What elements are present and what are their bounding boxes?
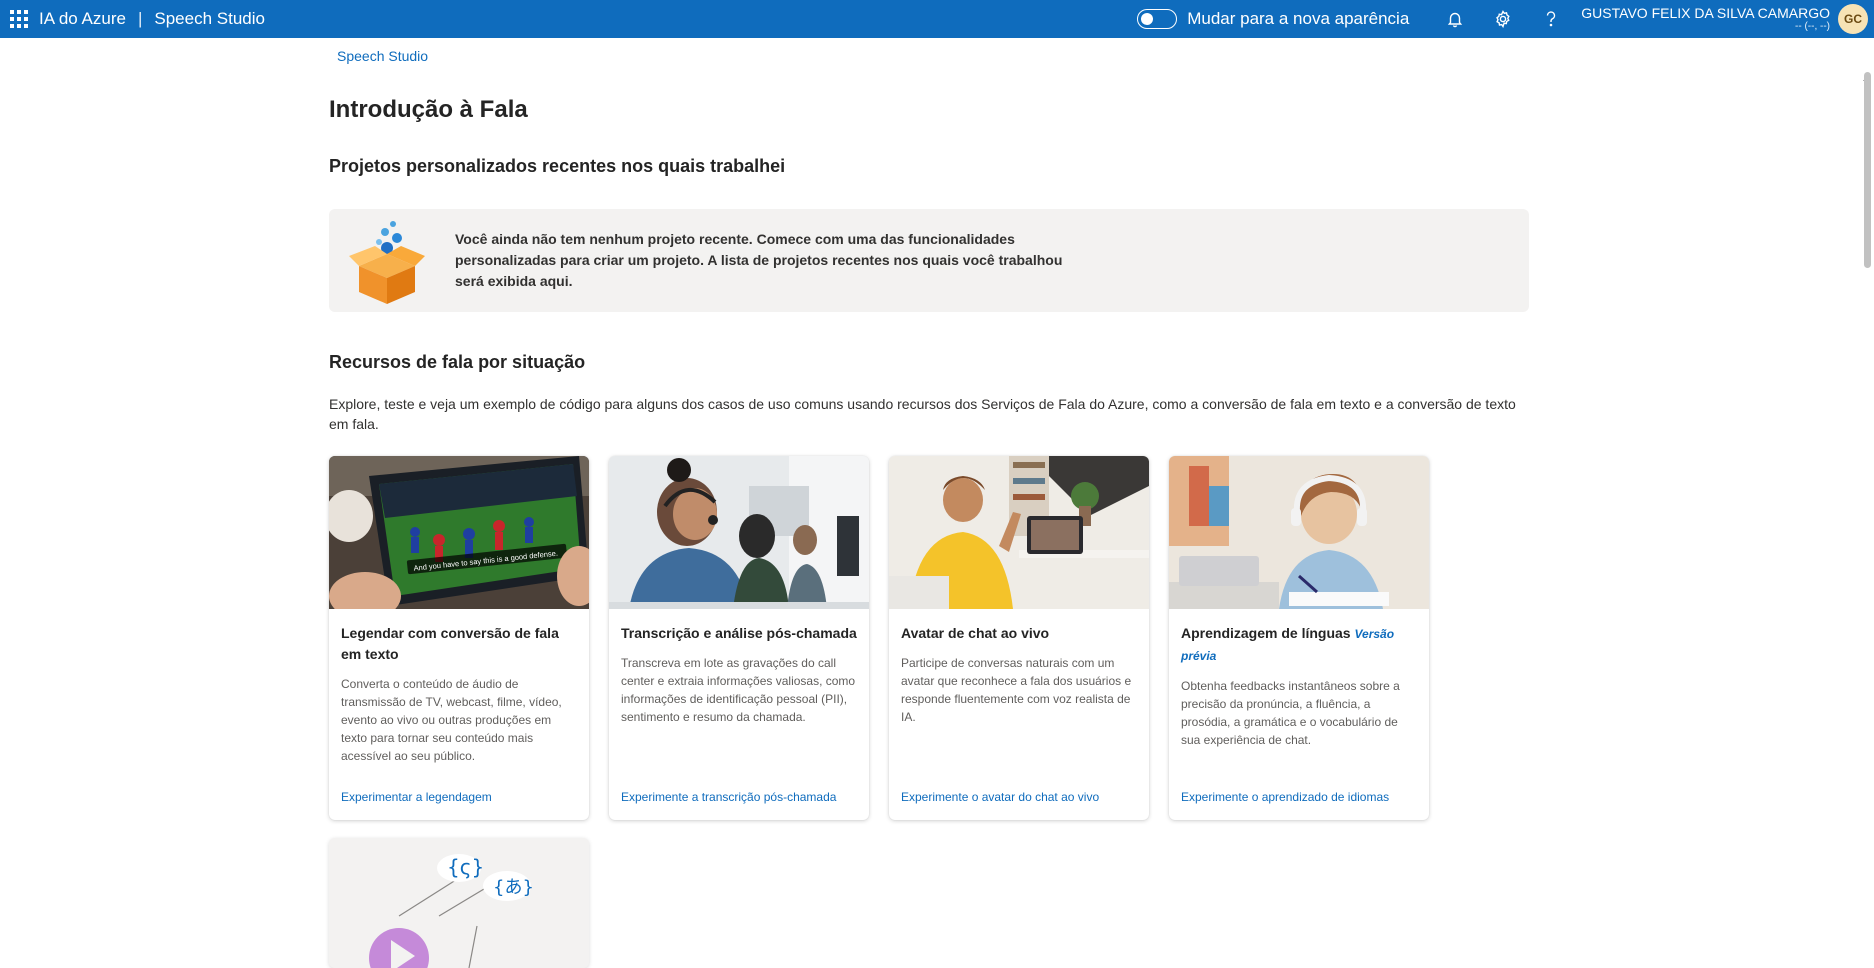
waffle-icon [10,10,28,28]
user-name: GUSTAVO FELIX DA SILVA CAMARGO [1581,4,1830,21]
avatar[interactable]: GC [1838,4,1868,34]
translation-illustration-icon: {ς} {あ} [329,838,589,968]
bell-icon [1448,12,1463,28]
new-look-toggle[interactable]: Mudar para a nova aparência [1137,9,1409,29]
toggle-label: Mudar para a nova aparência [1187,9,1410,28]
app-name-link[interactable]: IA do Azure [39,9,126,29]
scenario-card-language-learning[interactable]: Aprendizagem de línguas Versão prévia Ob… [1169,456,1429,820]
toggle-switch[interactable] [1137,9,1178,29]
product-name-link[interactable]: Speech Studio [154,9,265,29]
scenario-card-translation[interactable]: {ς} {あ} [329,838,589,968]
open-box-icon [347,216,427,306]
scenario-cards: And you have to say this is a good defen… [329,456,1429,820]
user-info[interactable]: GUSTAVO FELIX DA SILVA CAMARGO -- (--, -… [1581,4,1830,33]
recent-projects-empty-state: Você ainda não tem nenhum projeto recent… [329,209,1529,312]
gear-icon [1496,10,1510,28]
empty-state-message: Você ainda não tem nenhum projeto recent… [455,231,1063,289]
page-scrollbar[interactable] [1860,38,1874,919]
card-title: Legendar com conversão de fala em texto [341,625,559,662]
scenario-card-captioning[interactable]: And you have to say this is a good defen… [329,456,589,820]
captioning-image: And you have to say this is a good defen… [329,456,589,609]
avatar-chat-image [889,456,1149,609]
top-bar: IA do Azure | Speech Studio Mudar para a… [0,0,1874,38]
card-title: Aprendizagem de línguas Versão prévia [1181,625,1395,663]
card-description: Converta o conteúdo de áudio de transmis… [341,677,562,763]
notifications-button[interactable] [1431,0,1479,38]
scrollbar-thumb[interactable] [1864,72,1871,268]
settings-button[interactable] [1479,0,1527,38]
try-post-call-link[interactable]: Experimente a transcrição pós-chamada [621,790,836,804]
svg-text:{あ}: {あ} [493,877,534,898]
post-call-image [609,456,869,609]
page-title: Introdução à Fala [329,96,528,123]
help-icon [1547,11,1556,27]
breadcrumb[interactable]: Speech Studio [337,48,428,64]
scenarios-intro: Explore, teste e veja um exemplo de códi… [329,396,1516,432]
scenarios-heading: Recursos de fala por situação [329,352,586,372]
scenario-card-avatar[interactable]: Avatar de chat ao vivo Participe de conv… [889,456,1149,820]
scenario-card-post-call[interactable]: Transcrição e análise pós-chamada Transc… [609,456,869,820]
try-language-learning-link[interactable]: Experimente o aprendizado de idiomas [1181,790,1389,804]
brand: IA do Azure | Speech Studio [39,9,265,29]
brand-separator: | [137,9,143,28]
try-captioning-link[interactable]: Experimentar a legendagem [341,790,492,804]
card-description: Transcreva em lote as gravações do call … [621,656,856,724]
svg-text:{ς}: {ς} [447,855,484,879]
app-launcher-button[interactable] [0,0,38,38]
card-title: Transcrição e análise pós-chamada [621,625,857,641]
try-avatar-link[interactable]: Experimente o avatar do chat ao vivo [901,790,1099,804]
card-description: Participe de conversas naturais com um a… [901,656,1132,724]
help-button[interactable] [1527,0,1575,38]
recent-projects-heading: Projetos personalizados recentes nos qua… [329,156,786,176]
card-description: Obtenha feedbacks instantâneos sobre a p… [1181,679,1400,747]
user-directory: -- (--, --) [1795,21,1830,33]
card-title: Avatar de chat ao vivo [901,625,1050,641]
language-learning-image [1169,456,1429,609]
